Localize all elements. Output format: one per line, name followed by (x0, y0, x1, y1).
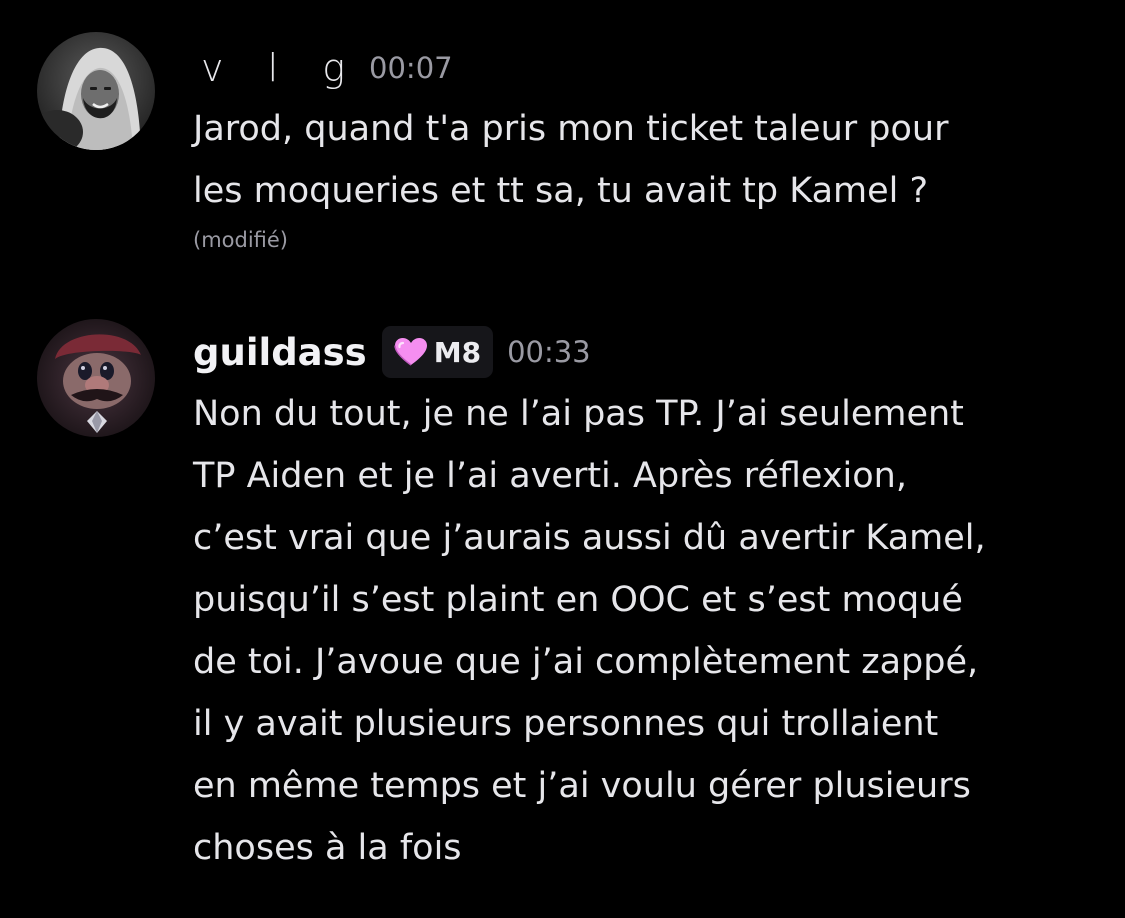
timestamp[interactable]: 00:33 (507, 335, 591, 369)
user-avatar-photo-icon (37, 32, 155, 150)
message-header: v l g 00:07 (193, 44, 453, 92)
pink-heart-icon (393, 338, 427, 366)
avatar[interactable] (37, 32, 155, 150)
mario-avatar-icon (37, 319, 155, 437)
message-content: Jarod, quand t'a pris mon ticket taleur … (193, 109, 949, 211)
username[interactable]: guildass (193, 331, 367, 374)
avatar[interactable] (37, 319, 155, 437)
timestamp[interactable]: 00:07 (369, 51, 453, 85)
message-item[interactable]: v l g 00:07 Jarod, quand t'a pris mon ti… (0, 0, 1125, 300)
role-label: M8 (433, 335, 482, 369)
message-item[interactable]: guildass M8 00:33 Non du tout, je ne l’a… (0, 300, 1125, 918)
edited-indicator: (modifié) (193, 228, 289, 252)
role-badge[interactable]: M8 (381, 326, 494, 378)
message-header: guildass M8 00:33 (193, 326, 591, 378)
username[interactable]: v l g (201, 46, 361, 90)
message-content: Non du tout, je ne l’ai pas TP. J’ai seu… (193, 394, 986, 868)
